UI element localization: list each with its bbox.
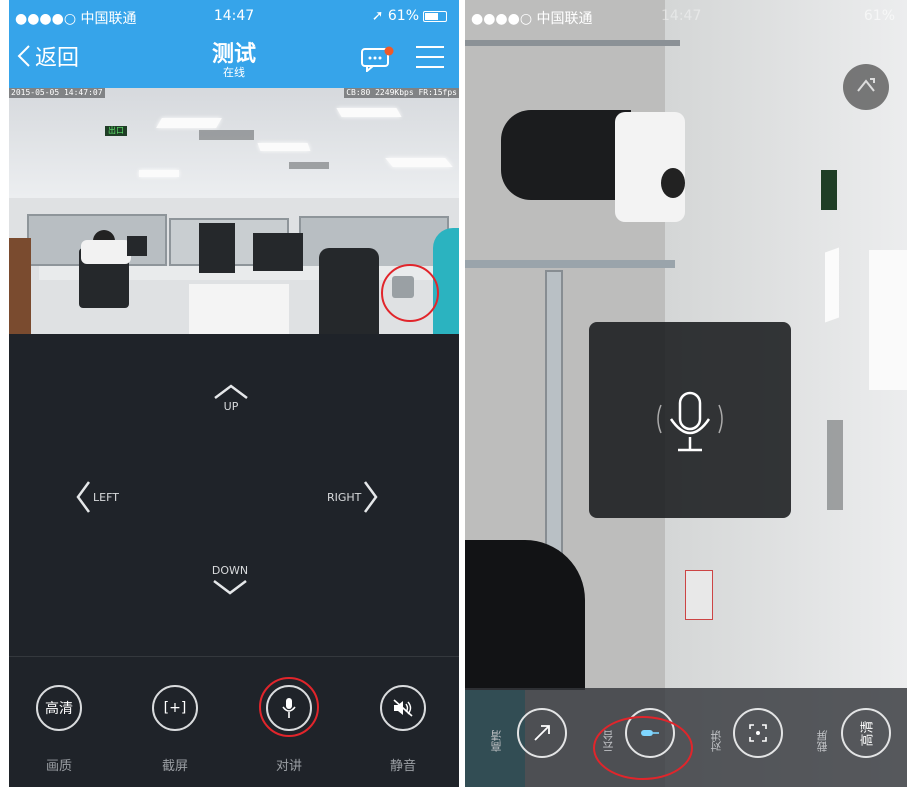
chat-icon[interactable] xyxy=(361,46,395,72)
back-label: 返回 xyxy=(35,46,80,71)
rotate-icon xyxy=(857,78,875,92)
ceiling-light xyxy=(336,108,402,117)
person-head xyxy=(661,168,685,198)
office-chair xyxy=(465,540,585,690)
quality-label: 画质 xyxy=(45,759,72,774)
ceiling-light xyxy=(156,118,222,128)
ptz-right-label: RIGHT xyxy=(327,490,362,504)
right-phone-screen: ●●●●○ 中国联通 14:47 61% 高清 云台 对讲 截屏 高清 xyxy=(465,0,907,787)
carrier-signal: ●●●●○ 中国联通 xyxy=(471,11,593,27)
monitor xyxy=(127,236,147,256)
highlight-circle xyxy=(259,677,319,737)
ptz-left-button[interactable]: LEFT xyxy=(75,480,119,514)
ceiling-light xyxy=(257,143,311,151)
exit-sign xyxy=(821,170,837,210)
battery-indicator: ➚ 61% xyxy=(372,8,447,24)
bottom-toolbar: 高清 画质 [+] 截屏 对讲 静音 xyxy=(9,657,459,787)
notification-dot xyxy=(384,46,394,56)
partition-rail xyxy=(465,260,675,268)
ptz-toggle-button[interactable] xyxy=(517,708,567,758)
status-bar: ●●●●○ 中国联通 14:47 61% xyxy=(465,8,907,27)
person-shirt xyxy=(81,240,131,264)
status-time: 14:47 xyxy=(661,8,702,24)
ptz-icon xyxy=(534,725,550,741)
ptz-control-pad[interactable]: UP LEFT RIGHT DOWN xyxy=(9,334,459,657)
ptz-left-label: LEFT xyxy=(93,490,119,504)
ptz-down-button[interactable]: DOWN xyxy=(205,564,255,597)
toolbar-label: 对讲 xyxy=(710,730,723,752)
mute-icon xyxy=(380,685,426,731)
back-button[interactable]: 返回 xyxy=(17,40,79,72)
printer xyxy=(199,223,235,273)
camera-video-feed[interactable]: 出口 2015-05-05 14:47:07 CB:80 2249Kbps FR… xyxy=(9,88,459,334)
menu-button[interactable] xyxy=(416,46,444,70)
partition-rail xyxy=(465,40,680,46)
battery-percent: 61% xyxy=(387,8,419,24)
talking-indicator-popup xyxy=(589,322,791,518)
hamburger-line xyxy=(416,56,444,58)
microphone-icon xyxy=(657,391,723,452)
status-bar: ●●●●○ 中国联通 14:47 ➚ 61% xyxy=(9,8,459,27)
battery-percent: 61% xyxy=(863,8,895,24)
chevron-right-icon xyxy=(364,481,378,513)
mute-button[interactable]: 静音 xyxy=(373,685,433,774)
screenshot-label: 截屏 xyxy=(161,759,188,774)
person xyxy=(501,110,631,200)
battery-icon xyxy=(423,10,447,22)
ceiling-light xyxy=(825,247,839,323)
ceiling-light xyxy=(139,170,179,177)
speaker-mute-glyph xyxy=(393,699,413,717)
ptz-up-label: UP xyxy=(223,400,239,413)
office-chair xyxy=(319,248,379,334)
nav-bar: ●●●●○ 中国联通 14:47 ➚ 61% 返回 测试 在线 xyxy=(9,0,459,88)
person-shirt xyxy=(615,112,685,222)
ceiling-light xyxy=(385,158,453,167)
ceiling-light xyxy=(869,250,907,390)
wall-poster xyxy=(685,570,713,620)
left-phone-screen: ●●●●○ 中国联通 14:47 ➚ 61% 返回 测试 在线 出口 2015-… xyxy=(9,0,459,787)
screenshot-icon: [+] xyxy=(152,685,198,731)
screenshot-icon xyxy=(749,724,767,742)
hamburger-line xyxy=(416,66,444,68)
osd-timestamp: 2015-05-05 14:47:07 xyxy=(9,88,105,98)
ceiling xyxy=(9,88,459,208)
mute-label: 静音 xyxy=(389,759,416,774)
toolbar-label: 截屏 xyxy=(816,730,829,752)
hamburger-line xyxy=(416,46,444,48)
toolbar-label: 高清 xyxy=(490,730,503,752)
chevron-up-icon xyxy=(214,384,248,399)
ceiling-vent xyxy=(827,420,843,510)
chevron-left-icon xyxy=(76,481,91,513)
screenshot-button[interactable]: [+] 截屏 xyxy=(145,685,205,774)
highlight-circle xyxy=(381,264,439,322)
landscape-toolbar: 高清 云台 对讲 截屏 高清 xyxy=(465,688,907,787)
hd-icon: 高清 xyxy=(36,685,82,731)
exit-sign: 出口 xyxy=(105,126,127,136)
ptz-right-button[interactable]: RIGHT xyxy=(327,480,379,514)
ceiling-vent xyxy=(289,162,329,169)
online-status: 在线 xyxy=(223,66,245,79)
hd-button[interactable]: 高清 xyxy=(841,708,891,758)
talk-label: 对讲 xyxy=(275,759,302,774)
hd-label: 高清 xyxy=(860,719,876,747)
carrier-signal: ●●●●○ 中国联通 xyxy=(15,11,137,27)
talk-button[interactable]: 对讲 xyxy=(259,677,319,774)
chevron-down-icon xyxy=(213,580,247,595)
ceiling-vent xyxy=(199,130,254,140)
drawer-cabinet xyxy=(189,284,289,334)
screenshot-button[interactable] xyxy=(733,708,783,758)
rotate-lock-button[interactable] xyxy=(843,64,889,110)
ptz-down-label: DOWN xyxy=(211,564,249,577)
monitor xyxy=(253,233,303,271)
osd-stream-info: CB:80 2249Kbps FR:15fps xyxy=(344,88,459,98)
ptz-up-button[interactable]: UP xyxy=(211,382,251,413)
wooden-cabinet xyxy=(9,238,31,334)
status-time: 14:47 xyxy=(213,8,255,24)
highlight-circle xyxy=(593,716,693,780)
chevron-left-icon xyxy=(17,45,30,67)
person-arm xyxy=(433,228,459,334)
quality-button[interactable]: 高清 画质 xyxy=(29,685,89,774)
